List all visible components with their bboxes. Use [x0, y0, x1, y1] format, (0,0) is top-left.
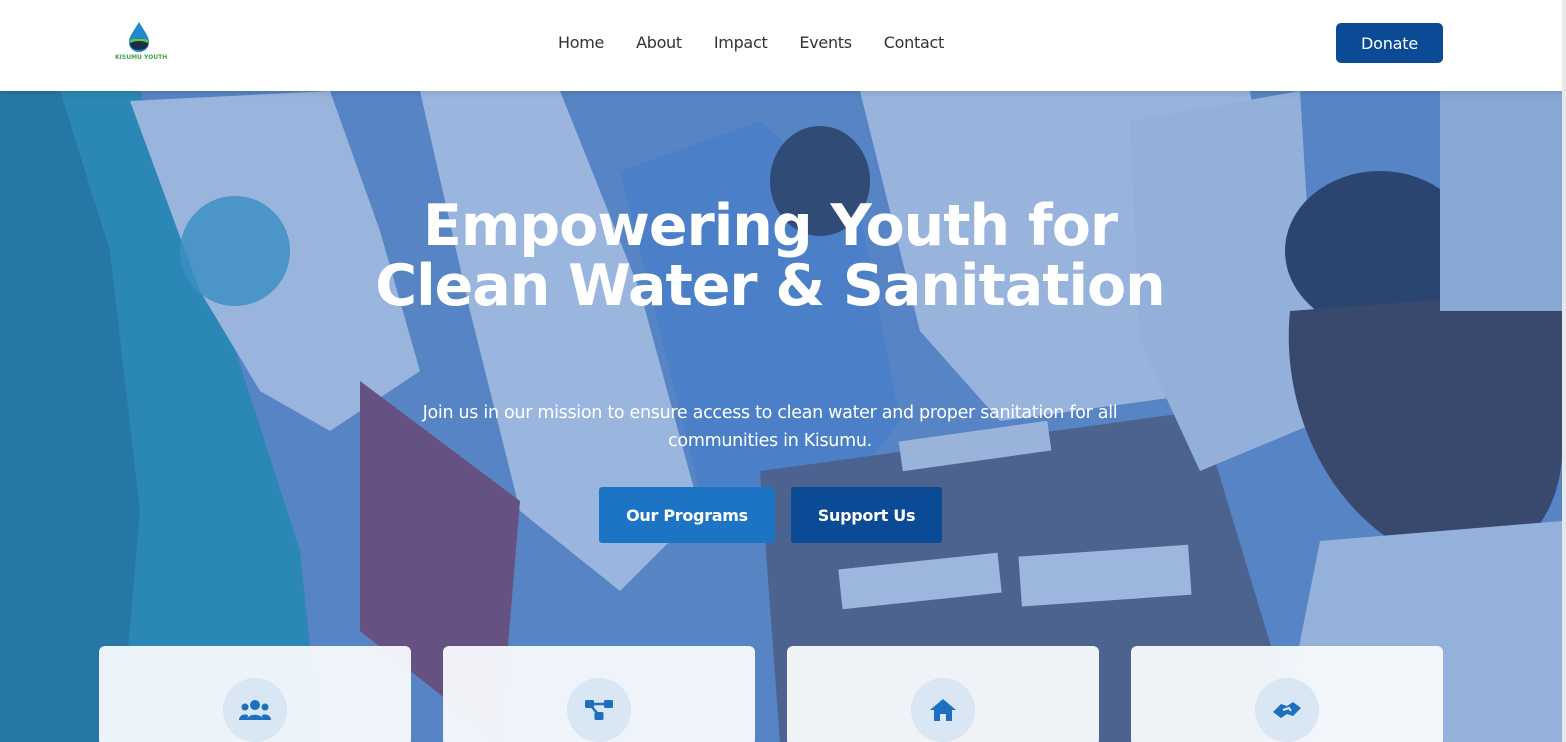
- feature-card-network[interactable]: [443, 646, 755, 742]
- feature-card-home[interactable]: [787, 646, 1099, 742]
- icon-circle: [1255, 678, 1319, 742]
- logo-text: KISUMU YOUTH: [115, 54, 168, 61]
- nav-events[interactable]: Events: [799, 32, 852, 54]
- scrollbar[interactable]: [1562, 0, 1566, 742]
- home-icon: [930, 699, 956, 721]
- main-nav: Home About Impact Events Contact: [558, 32, 944, 54]
- icon-circle: [911, 678, 975, 742]
- network-icon: [585, 700, 613, 720]
- logo[interactable]: KISUMU YOUTH: [115, 20, 168, 66]
- support-us-button[interactable]: Support Us: [791, 487, 942, 543]
- nav-contact[interactable]: Contact: [884, 32, 944, 54]
- hero-section: Empowering Youth for Clean Water & Sanit…: [0, 91, 1562, 742]
- icon-circle: [223, 678, 287, 742]
- site-header: KISUMU YOUTH Home About Impact Events Co…: [0, 0, 1566, 91]
- nav-about[interactable]: About: [636, 32, 682, 54]
- nav-home[interactable]: Home: [558, 32, 604, 54]
- icon-circle: [567, 678, 631, 742]
- donate-button[interactable]: Donate: [1336, 23, 1443, 63]
- handshake-icon: [1273, 702, 1301, 718]
- water-drop-logo-icon: [129, 22, 149, 52]
- users-icon: [239, 700, 271, 720]
- feature-card-community[interactable]: [99, 646, 411, 742]
- hero-subtitle: Join us in our mission to ensure access …: [422, 403, 1118, 451]
- our-programs-button[interactable]: Our Programs: [599, 487, 775, 543]
- feature-card-partnership[interactable]: [1131, 646, 1443, 742]
- hero-title: Empowering Youth for Clean Water & Sanit…: [375, 193, 1166, 319]
- nav-impact[interactable]: Impact: [714, 32, 768, 54]
